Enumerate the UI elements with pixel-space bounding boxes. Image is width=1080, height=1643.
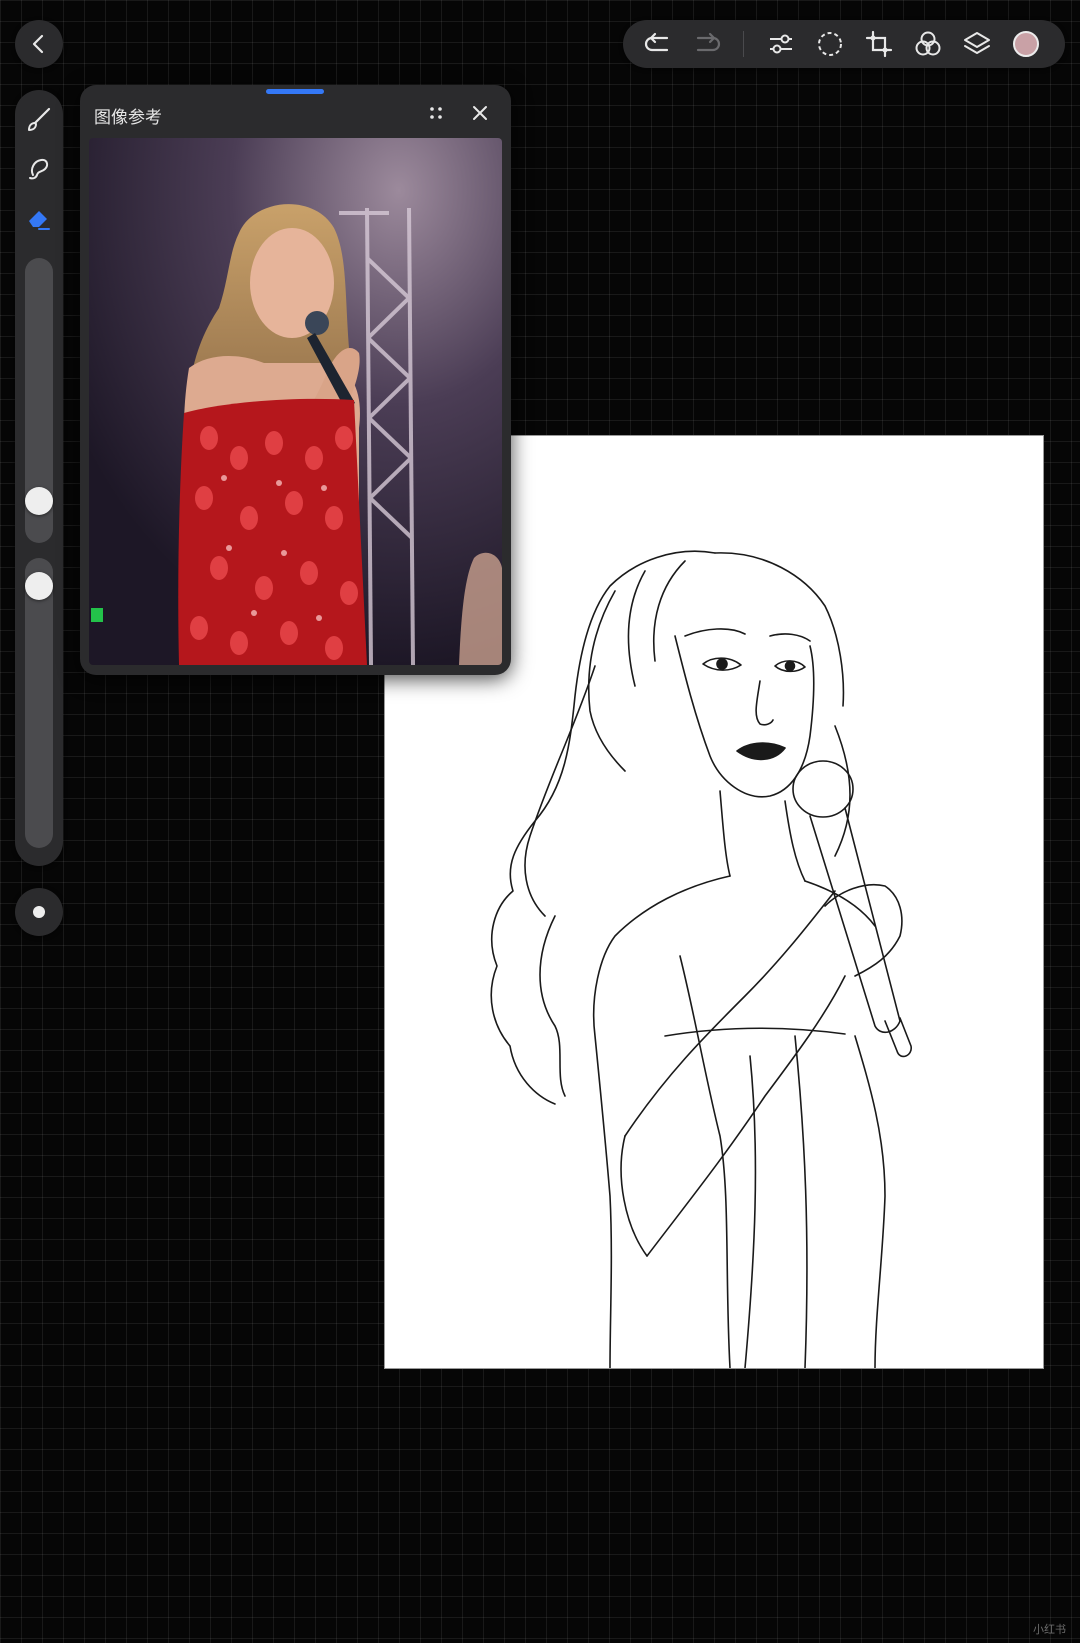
smudge-icon xyxy=(29,158,49,180)
blend-button[interactable] xyxy=(903,20,952,68)
reference-panel-drag-handle[interactable] xyxy=(266,89,324,94)
undo-button[interactable] xyxy=(633,20,682,68)
brush-icon xyxy=(28,107,51,131)
undo-icon xyxy=(644,32,668,52)
eraser-tool-button[interactable] xyxy=(15,196,63,240)
transform-icon xyxy=(865,30,892,58)
chevron-left-icon xyxy=(32,34,44,54)
eraser-icon xyxy=(29,211,50,230)
grid-dots-icon xyxy=(430,107,442,119)
modify-dot-icon xyxy=(33,906,45,918)
redo-button[interactable] xyxy=(682,20,731,68)
current-color-swatch xyxy=(1012,31,1039,57)
color-picker-button[interactable] xyxy=(1001,20,1050,68)
brush-size-thumb[interactable] xyxy=(25,487,53,515)
reference-photo[interactable] xyxy=(89,138,502,665)
brush-tool-button[interactable] xyxy=(15,98,63,142)
blend-icon xyxy=(915,31,940,56)
selection-button[interactable] xyxy=(805,20,854,68)
reference-panel-title: 图像参考 xyxy=(94,108,162,127)
opacity-slider[interactable] xyxy=(25,558,53,848)
toolbar-separator xyxy=(743,31,744,57)
modify-button[interactable] xyxy=(15,888,63,936)
watermark: 小红书 xyxy=(1033,1624,1066,1636)
tool-rail xyxy=(15,90,63,866)
adjustments-icon xyxy=(769,34,792,54)
reference-options-button[interactable] xyxy=(418,95,454,131)
redo-icon xyxy=(696,32,720,52)
layers-button[interactable] xyxy=(952,20,1001,68)
layers-icon xyxy=(963,32,990,54)
back-button[interactable] xyxy=(15,20,63,68)
adjustments-button[interactable] xyxy=(756,20,805,68)
reference-panel: 图像参考 xyxy=(80,85,511,675)
top-toolbar xyxy=(623,20,1065,68)
reference-close-button[interactable] xyxy=(462,95,498,131)
reference-photo-illustration xyxy=(89,138,502,665)
transform-button[interactable] xyxy=(854,20,903,68)
opacity-thumb[interactable] xyxy=(25,572,53,600)
smudge-tool-button[interactable] xyxy=(15,147,63,191)
close-icon xyxy=(473,106,487,120)
selection-icon xyxy=(817,32,842,56)
